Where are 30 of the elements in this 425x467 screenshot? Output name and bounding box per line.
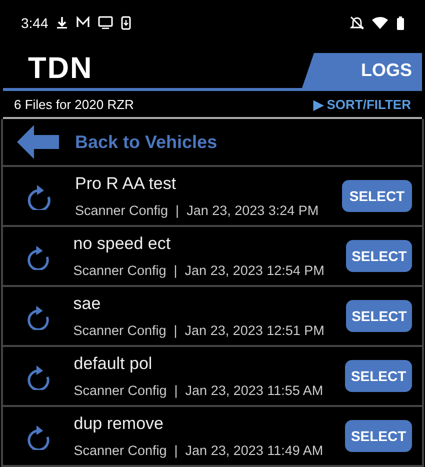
file-name: Pro R AA test: [75, 174, 178, 194]
muted-bell-icon: [350, 16, 364, 30]
download-icon: [56, 16, 68, 29]
file-details: Scanner Config | Jan 23, 2023 3:24 PM: [75, 203, 320, 218]
file-name: no speed ect: [73, 234, 172, 254]
mail-icon: [76, 16, 90, 29]
logs-tab[interactable]: LOGS: [302, 53, 422, 88]
clock: 3:44: [21, 14, 48, 30]
file-details: Scanner Config | Jan 23, 2023 12:51 PM: [73, 323, 324, 338]
file-count: 6 Files for 2020 RZR: [14, 96, 135, 112]
sort-filter-link[interactable]: ▶ SORT/FILTER: [314, 96, 411, 112]
select-button[interactable]: SELECT: [346, 300, 412, 332]
back-link[interactable]: Back to Vehicles: [75, 132, 218, 152]
refresh-icon: [25, 182, 53, 210]
battery-icon: [396, 16, 405, 30]
select-button[interactable]: SELECT: [342, 180, 412, 212]
file-name: sae: [73, 294, 102, 314]
select-button[interactable]: SELECT: [346, 240, 412, 272]
wifi-icon: [372, 16, 388, 29]
file-details: Scanner Config | Jan 23, 2023 12:54 PM: [73, 263, 324, 278]
monitor-icon: [98, 16, 114, 29]
back-arrow-icon: [17, 125, 59, 159]
file-details: Scanner Config | Jan 23, 2023 11:49 AM: [74, 443, 324, 458]
logo: TDN: [27, 54, 94, 87]
file-name: default pol: [74, 354, 154, 374]
file-name: dup remove: [74, 414, 165, 434]
phone-download-icon: [121, 16, 132, 30]
select-button[interactable]: SELECT: [345, 360, 412, 392]
file-details: Scanner Config | Jan 23, 2023 11:55 AM: [74, 383, 324, 398]
select-button[interactable]: SELECT: [345, 420, 412, 452]
